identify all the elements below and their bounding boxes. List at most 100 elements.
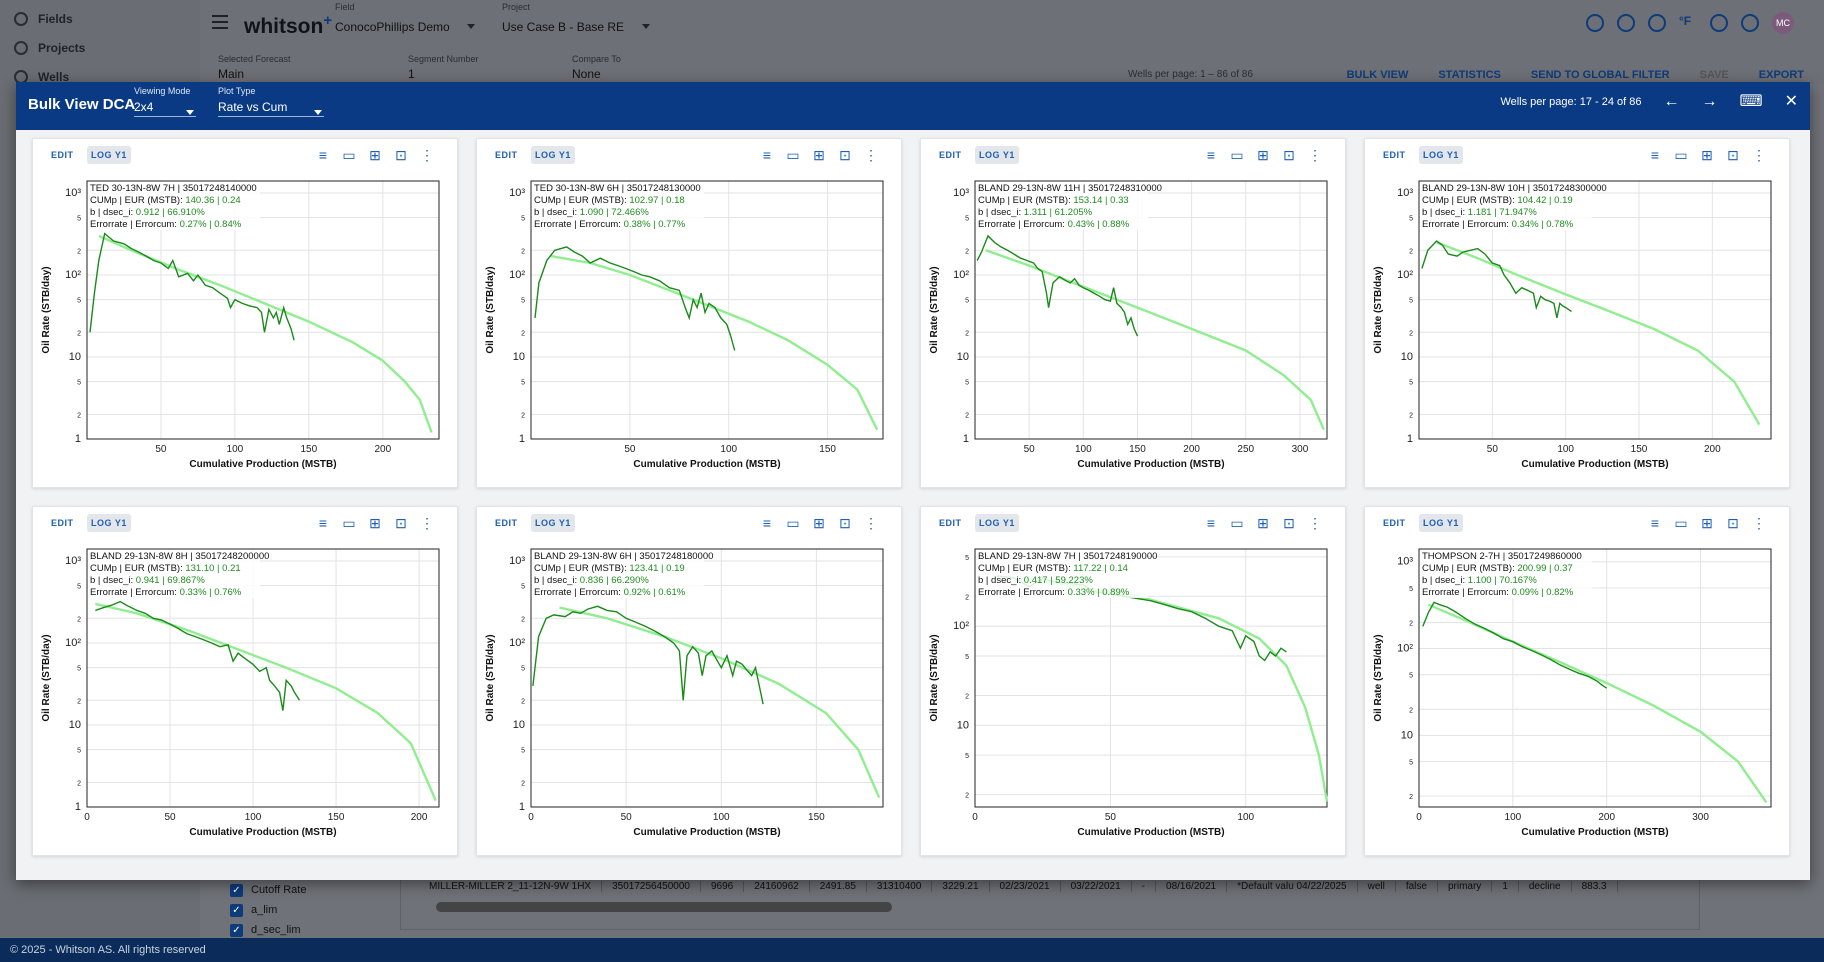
fit-icon[interactable]: ⊡	[393, 516, 409, 530]
avatar[interactable]: MC	[1772, 12, 1794, 34]
menu-icon[interactable]	[212, 15, 228, 33]
segment-select[interactable]: Segment Number 1	[408, 54, 548, 81]
more-icon[interactable]: ⋮	[1307, 516, 1323, 530]
checkbox-row[interactable]: ✓ d_sec_lim	[230, 920, 306, 940]
y-tick-label: 2	[965, 330, 969, 337]
more-icon[interactable]: ⋮	[419, 516, 435, 530]
viewing-mode-select[interactable]: Viewing Mode 2x4	[134, 86, 196, 117]
comment-icon[interactable]: ▭	[1673, 516, 1689, 530]
fit-icon[interactable]: ⊡	[393, 148, 409, 162]
log-y1-toggle[interactable]: LOG Y1	[975, 514, 1019, 532]
arrow-left-icon[interactable]: ←	[1664, 94, 1680, 110]
close-icon[interactable]: ✕	[1785, 94, 1798, 110]
compare-select[interactable]: Compare To None	[572, 54, 712, 81]
edit-button[interactable]: EDIT	[1383, 150, 1406, 160]
help-icon[interactable]	[1741, 14, 1759, 32]
y-axis-label: Oil Rate (STB/day)	[929, 266, 940, 353]
edit-button[interactable]: EDIT	[51, 150, 74, 160]
table-icon[interactable]: ⊞	[811, 148, 827, 162]
legend-icon[interactable]: ≡	[1647, 148, 1663, 162]
legend-icon[interactable]: ≡	[1647, 516, 1663, 530]
edit-button[interactable]: EDIT	[939, 150, 962, 160]
legend-icon[interactable]: ≡	[315, 516, 331, 530]
x-axis-label: Cumulative Production (MSTB)	[1077, 459, 1224, 470]
sidebar-item-projects[interactable]: Projects	[14, 41, 85, 55]
table-icon[interactable]: ⊞	[1255, 148, 1271, 162]
statistics-link[interactable]: STATISTICS	[1438, 69, 1501, 81]
table-icon[interactable]: ⊞	[1699, 516, 1715, 530]
field-select[interactable]: Field ConocoPhillips Demo	[335, 2, 475, 34]
annotation-value: 0.417 | 59.223%	[1024, 575, 1094, 586]
plot-type-select[interactable]: Plot Type Rate vs Cum	[218, 86, 324, 117]
edit-button[interactable]: EDIT	[51, 518, 74, 528]
table-icon[interactable]: ⊞	[367, 148, 383, 162]
chart-svg: 1 2 5 10 2 5 10² 2 5 10³ 50 100 150 TED 30-13N-8W 6H …	[485, 180, 884, 470]
comment-icon[interactable]: ▭	[1229, 516, 1245, 530]
edit-button[interactable]: EDIT	[495, 150, 518, 160]
download-icon[interactable]	[1648, 14, 1666, 32]
more-icon[interactable]: ⋮	[863, 516, 879, 530]
more-icon[interactable]: ⋮	[863, 148, 879, 162]
more-icon[interactable]: ⋮	[1751, 516, 1767, 530]
table-cell: 3229.21	[932, 881, 990, 892]
annotation-label: b | dsec_i:	[1422, 575, 1468, 586]
y-tick-label: 2	[521, 330, 525, 337]
link-icon[interactable]	[1617, 14, 1635, 32]
table-icon[interactable]: ⊞	[1699, 148, 1715, 162]
comment-icon[interactable]: ▭	[785, 516, 801, 530]
legend-icon[interactable]: ≡	[759, 148, 775, 162]
fit-icon[interactable]: ⊡	[837, 148, 853, 162]
globe-icon[interactable]	[1586, 14, 1604, 32]
table-icon[interactable]: ⊞	[1255, 516, 1271, 530]
send-global-filter-link[interactable]: SEND TO GLOBAL FILTER	[1531, 69, 1670, 81]
log-y1-toggle[interactable]: LOG Y1	[531, 514, 575, 532]
legend-icon[interactable]: ≡	[1203, 516, 1219, 530]
fit-icon[interactable]: ⊡	[837, 516, 853, 530]
more-icon[interactable]: ⋮	[1751, 148, 1767, 162]
feedback-icon[interactable]	[1710, 14, 1728, 32]
export-link[interactable]: EXPORT	[1759, 69, 1804, 81]
checkbox-row[interactable]: ✓ a_lim	[230, 900, 306, 920]
fit-icon[interactable]: ⊡	[1725, 148, 1741, 162]
table-icon[interactable]: ⊞	[367, 516, 383, 530]
log-y1-toggle[interactable]: LOG Y1	[975, 146, 1019, 164]
x-tick-label: 100	[1505, 812, 1522, 823]
units-icon[interactable]: °F	[1679, 14, 1697, 32]
keyboard-icon[interactable]: ⌨	[1740, 94, 1763, 110]
comment-icon[interactable]: ▭	[1673, 148, 1689, 162]
comment-icon[interactable]: ▭	[341, 516, 357, 530]
log-y1-toggle[interactable]: LOG Y1	[1419, 514, 1463, 532]
edit-button[interactable]: EDIT	[495, 518, 518, 528]
legend-icon[interactable]: ≡	[315, 148, 331, 162]
annotation-value: 0.09% | 0.82%	[1512, 587, 1574, 598]
y-tick-label: 10	[69, 351, 81, 363]
selected-forecast-select[interactable]: Selected Forecast Main	[218, 54, 358, 81]
checkbox-row[interactable]: ✓ Cutoff Rate	[230, 880, 306, 900]
log-y1-toggle[interactable]: LOG Y1	[87, 514, 131, 532]
legend-icon[interactable]: ≡	[759, 516, 775, 530]
save-link[interactable]: SAVE	[1700, 69, 1729, 81]
edit-button[interactable]: EDIT	[939, 518, 962, 528]
table-icon[interactable]: ⊞	[811, 516, 827, 530]
arrow-right-icon[interactable]: →	[1702, 94, 1718, 110]
more-icon[interactable]: ⋮	[419, 148, 435, 162]
comment-icon[interactable]: ▭	[341, 148, 357, 162]
more-icon[interactable]: ⋮	[1307, 148, 1323, 162]
comment-icon[interactable]: ▭	[785, 148, 801, 162]
log-y1-toggle[interactable]: LOG Y1	[531, 146, 575, 164]
log-y1-toggle[interactable]: LOG Y1	[87, 146, 131, 164]
fit-icon[interactable]: ⊡	[1281, 516, 1297, 530]
fit-icon[interactable]: ⊡	[1725, 516, 1741, 530]
y-tick-label: 1	[519, 433, 525, 445]
horizontal-scrollbar[interactable]	[436, 902, 892, 912]
comment-icon[interactable]: ▭	[1229, 148, 1245, 162]
legend-icon[interactable]: ≡	[1203, 148, 1219, 162]
modal-header: Bulk View DCA Viewing Mode 2x4 Plot Type R…	[16, 82, 1810, 130]
bulk-view-link[interactable]: BULK VIEW	[1347, 69, 1409, 81]
log-y1-toggle[interactable]: LOG Y1	[1419, 146, 1463, 164]
fit-icon[interactable]: ⊡	[1281, 148, 1297, 162]
edit-button[interactable]: EDIT	[1383, 518, 1406, 528]
sidebar-item-fields[interactable]: Fields	[14, 12, 73, 26]
y-tick-label: 2	[1409, 330, 1413, 337]
project-select[interactable]: Project Use Case B - Base RE	[502, 2, 650, 34]
